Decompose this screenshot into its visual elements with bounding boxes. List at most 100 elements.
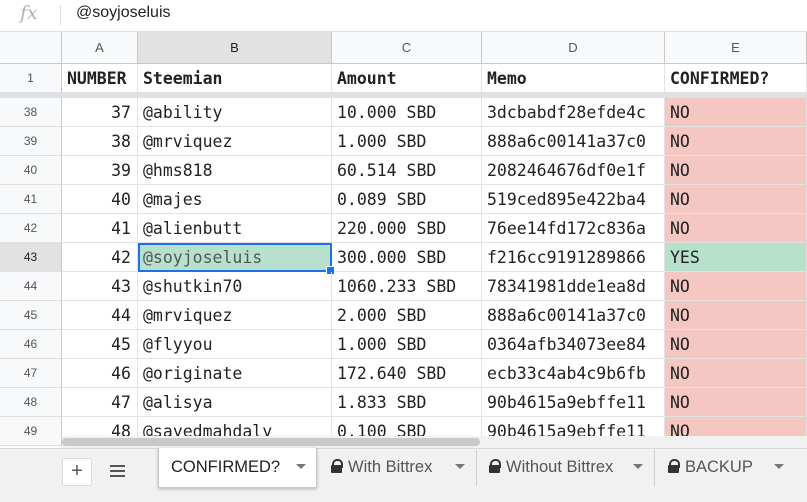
- confirmed-cell[interactable]: NO: [665, 98, 807, 127]
- formula-bar: fx @soyjoseluis: [0, 0, 807, 32]
- memo-cell[interactable]: 0364afb34073ee84: [482, 330, 665, 359]
- confirmed-cell[interactable]: NO: [665, 301, 807, 330]
- amount-cell[interactable]: 220.000 SBD: [332, 214, 482, 243]
- amount-cell[interactable]: 1.000 SBD: [332, 330, 482, 359]
- confirmed-cell[interactable]: NO: [665, 359, 807, 388]
- select-all-corner[interactable]: [0, 32, 62, 64]
- memo-cell[interactable]: 2082464676df0e1f: [482, 156, 665, 185]
- number-cell[interactable]: 44: [62, 301, 138, 330]
- steemian-cell[interactable]: @alisya: [138, 388, 332, 417]
- confirmed-cell[interactable]: NO: [665, 214, 807, 243]
- steemian-cell[interactable]: @majes: [138, 185, 332, 214]
- number-cell[interactable]: 46: [62, 359, 138, 388]
- header-cell-confirmed[interactable]: CONFIRMED?: [665, 64, 807, 93]
- lock-icon: [331, 459, 343, 473]
- row-header[interactable]: 48: [0, 388, 62, 417]
- row-header[interactable]: 45: [0, 301, 62, 330]
- amount-cell[interactable]: 10.000 SBD: [332, 98, 482, 127]
- memo-cell[interactable]: 888a6c00141a37c0: [482, 127, 665, 156]
- memo-cell[interactable]: 888a6c00141a37c0: [482, 301, 665, 330]
- steemian-cell[interactable]: @soyjoseluis: [138, 243, 332, 272]
- add-sheet-button[interactable]: +: [62, 458, 92, 486]
- horizontal-scrollbar[interactable]: [62, 436, 807, 448]
- confirmed-cell[interactable]: NO: [665, 388, 807, 417]
- confirmed-cell[interactable]: NO: [665, 127, 807, 156]
- row-header[interactable]: 1: [0, 64, 62, 93]
- memo-cell[interactable]: 3dcbabdf28efde4c: [482, 98, 665, 127]
- amount-cell[interactable]: 1.833 SBD: [332, 388, 482, 417]
- chevron-down-icon[interactable]: [774, 464, 784, 469]
- number-cell[interactable]: 38: [62, 127, 138, 156]
- amount-cell[interactable]: 60.514 SBD: [332, 156, 482, 185]
- memo-cell[interactable]: ecb33c4ab4c9b6fb: [482, 359, 665, 388]
- chevron-down-icon[interactable]: [633, 464, 643, 469]
- number-cell[interactable]: 45: [62, 330, 138, 359]
- row-header[interactable]: 47: [0, 359, 62, 388]
- chevron-down-icon[interactable]: [296, 464, 306, 469]
- memo-cell[interactable]: 78341981dde1ea8d: [482, 272, 665, 301]
- steemian-cell[interactable]: @originate: [138, 359, 332, 388]
- column-header-d[interactable]: D: [482, 32, 665, 64]
- chevron-down-icon[interactable]: [455, 464, 465, 469]
- row-header[interactable]: 49: [0, 417, 62, 446]
- row-header[interactable]: 39: [0, 127, 62, 156]
- amount-cell[interactable]: 0.089 SBD: [332, 185, 482, 214]
- confirmed-cell[interactable]: NO: [665, 185, 807, 214]
- column-header-a[interactable]: A: [62, 32, 138, 64]
- confirmed-cell[interactable]: NO: [665, 272, 807, 301]
- sheet-tab-confirmed[interactable]: CONFIRMED?: [158, 448, 317, 488]
- row-header[interactable]: 44: [0, 272, 62, 301]
- row-header[interactable]: 41: [0, 185, 62, 214]
- steemian-cell[interactable]: @mrviquez: [138, 127, 332, 156]
- list-icon: [110, 465, 125, 467]
- table-row: 41 40 @majes 0.089 SBD 519ced895e422ba4 NO: [0, 185, 807, 214]
- column-header-e[interactable]: E: [665, 32, 807, 64]
- steemian-cell[interactable]: @shutkin70: [138, 272, 332, 301]
- row-header[interactable]: 40: [0, 156, 62, 185]
- column-header-b[interactable]: B: [138, 32, 332, 64]
- lock-icon: [668, 459, 680, 473]
- steemian-cell[interactable]: @alienbutt: [138, 214, 332, 243]
- header-cell-steemian[interactable]: Steemian: [138, 64, 332, 93]
- amount-cell[interactable]: 172.640 SBD: [332, 359, 482, 388]
- number-cell[interactable]: 42: [62, 243, 138, 272]
- sheet-tab-backup[interactable]: BACKUP: [656, 448, 794, 488]
- table-row: 38 37 @ability 10.000 SBD 3dcbabdf28efde4c NO: [0, 98, 807, 127]
- amount-cell[interactable]: 1060.233 SBD: [332, 272, 482, 301]
- number-cell[interactable]: 37: [62, 98, 138, 127]
- row-header[interactable]: 42: [0, 214, 62, 243]
- number-cell[interactable]: 40: [62, 185, 138, 214]
- memo-cell[interactable]: 76ee14fd172c836a: [482, 214, 665, 243]
- sheet-tab-with-bittrex[interactable]: With Bittrex: [319, 448, 475, 488]
- number-cell[interactable]: 41: [62, 214, 138, 243]
- column-header-c[interactable]: C: [332, 32, 482, 64]
- confirmed-cell[interactable]: NO: [665, 156, 807, 185]
- number-cell[interactable]: 47: [62, 388, 138, 417]
- number-cell[interactable]: 43: [62, 272, 138, 301]
- memo-cell[interactable]: f216cc9191289866: [482, 243, 665, 272]
- sheet-tab-without-bittrex[interactable]: Without Bittrex: [477, 448, 653, 488]
- row-header[interactable]: 38: [0, 98, 62, 127]
- row-header[interactable]: 43: [0, 243, 62, 272]
- formula-input[interactable]: @soyjoseluis: [76, 4, 171, 22]
- scrollbar-thumb[interactable]: [62, 438, 480, 446]
- table-row: 48 47 @alisya 1.833 SBD 90b4615a9ebffe11 NO: [0, 388, 807, 417]
- amount-cell[interactable]: 1.000 SBD: [332, 127, 482, 156]
- header-cell-number[interactable]: NUMBER: [62, 64, 138, 93]
- steemian-cell[interactable]: @hms818: [138, 156, 332, 185]
- header-cell-memo[interactable]: Memo: [482, 64, 665, 93]
- confirmed-cell[interactable]: YES: [665, 243, 807, 272]
- steemian-cell[interactable]: @flyyou: [138, 330, 332, 359]
- confirmed-cell[interactable]: NO: [665, 330, 807, 359]
- header-cell-amount[interactable]: Amount: [332, 64, 482, 93]
- number-cell[interactable]: 39: [62, 156, 138, 185]
- all-sheets-button[interactable]: [106, 459, 130, 483]
- steemian-cell[interactable]: @mrviquez: [138, 301, 332, 330]
- row-header[interactable]: 46: [0, 330, 62, 359]
- memo-cell[interactable]: 90b4615a9ebffe11: [482, 388, 665, 417]
- steemian-cell[interactable]: @ability: [138, 98, 332, 127]
- amount-cell[interactable]: 300.000 SBD: [332, 243, 482, 272]
- memo-cell[interactable]: 519ced895e422ba4: [482, 185, 665, 214]
- amount-cell[interactable]: 2.000 SBD: [332, 301, 482, 330]
- table-row: 45 44 @mrviquez 2.000 SBD 888a6c00141a37c0 NO: [0, 301, 807, 330]
